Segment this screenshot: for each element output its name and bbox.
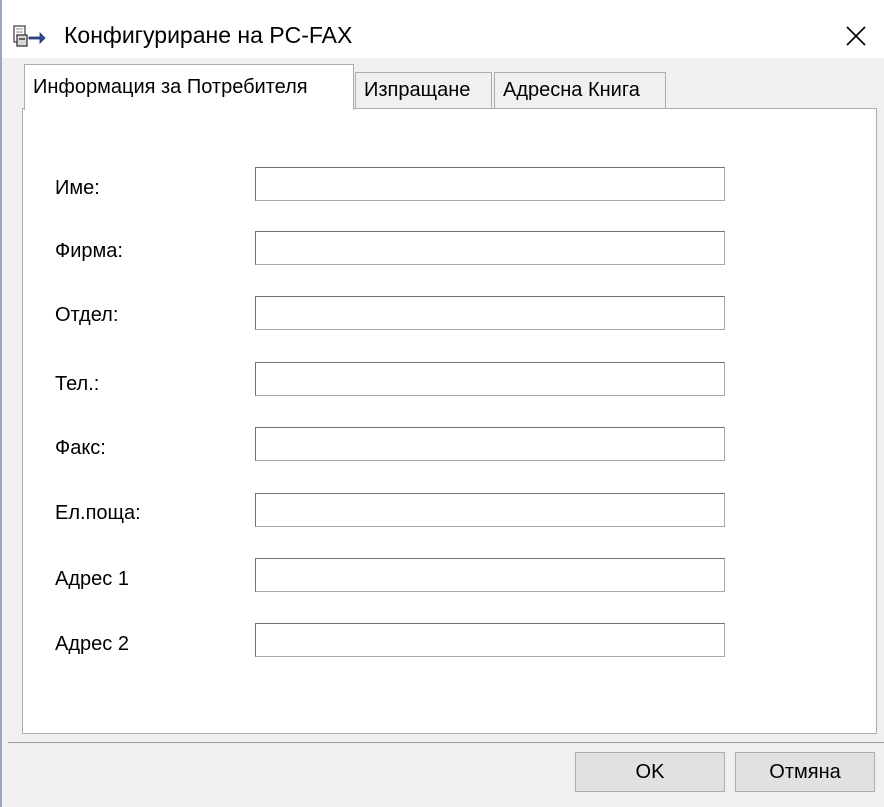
cancel-button[interactable]: Отмяна bbox=[735, 752, 875, 792]
tab-sending[interactable]: Изпращане bbox=[355, 72, 492, 108]
tab-label: Информация за Потребителя bbox=[33, 76, 308, 98]
tab-address-book[interactable]: Адресна Книга bbox=[494, 72, 666, 108]
tab-user-info[interactable]: Информация за Потребителя bbox=[24, 64, 354, 110]
ok-button[interactable]: OK bbox=[575, 752, 725, 792]
name-label: Име: bbox=[55, 177, 100, 199]
cancel-button-label: Отмяна bbox=[769, 760, 841, 783]
fax-label: Факс: bbox=[55, 437, 106, 459]
ok-button-label: OK bbox=[635, 760, 665, 783]
company-label: Фирма: bbox=[55, 240, 123, 262]
window-title: Конфигуриране на PC-FAX bbox=[64, 22, 353, 48]
tab-label: Изпращане bbox=[364, 79, 471, 101]
fax-field[interactable] bbox=[255, 427, 725, 461]
address2-label: Адрес 2 bbox=[55, 633, 129, 655]
department-label: Отдел: bbox=[55, 304, 119, 326]
email-label: Ел.поща: bbox=[55, 502, 141, 524]
company-field[interactable] bbox=[255, 231, 725, 265]
email-field[interactable] bbox=[255, 493, 725, 527]
fax-icon bbox=[12, 23, 46, 51]
address1-field[interactable] bbox=[255, 558, 725, 592]
name-field[interactable] bbox=[255, 167, 725, 201]
tab-label: Адресна Книга bbox=[503, 79, 640, 101]
divider bbox=[8, 742, 884, 743]
phone-label: Тел.: bbox=[55, 373, 100, 395]
phone-field[interactable] bbox=[255, 362, 725, 396]
department-field[interactable] bbox=[255, 296, 725, 330]
address1-label: Адрес 1 bbox=[55, 568, 129, 590]
address2-field[interactable] bbox=[255, 623, 725, 657]
title-bar: Конфигуриране на PC-FAX bbox=[2, 0, 884, 58]
close-icon[interactable] bbox=[828, 16, 884, 56]
window-frame bbox=[0, 0, 2, 807]
